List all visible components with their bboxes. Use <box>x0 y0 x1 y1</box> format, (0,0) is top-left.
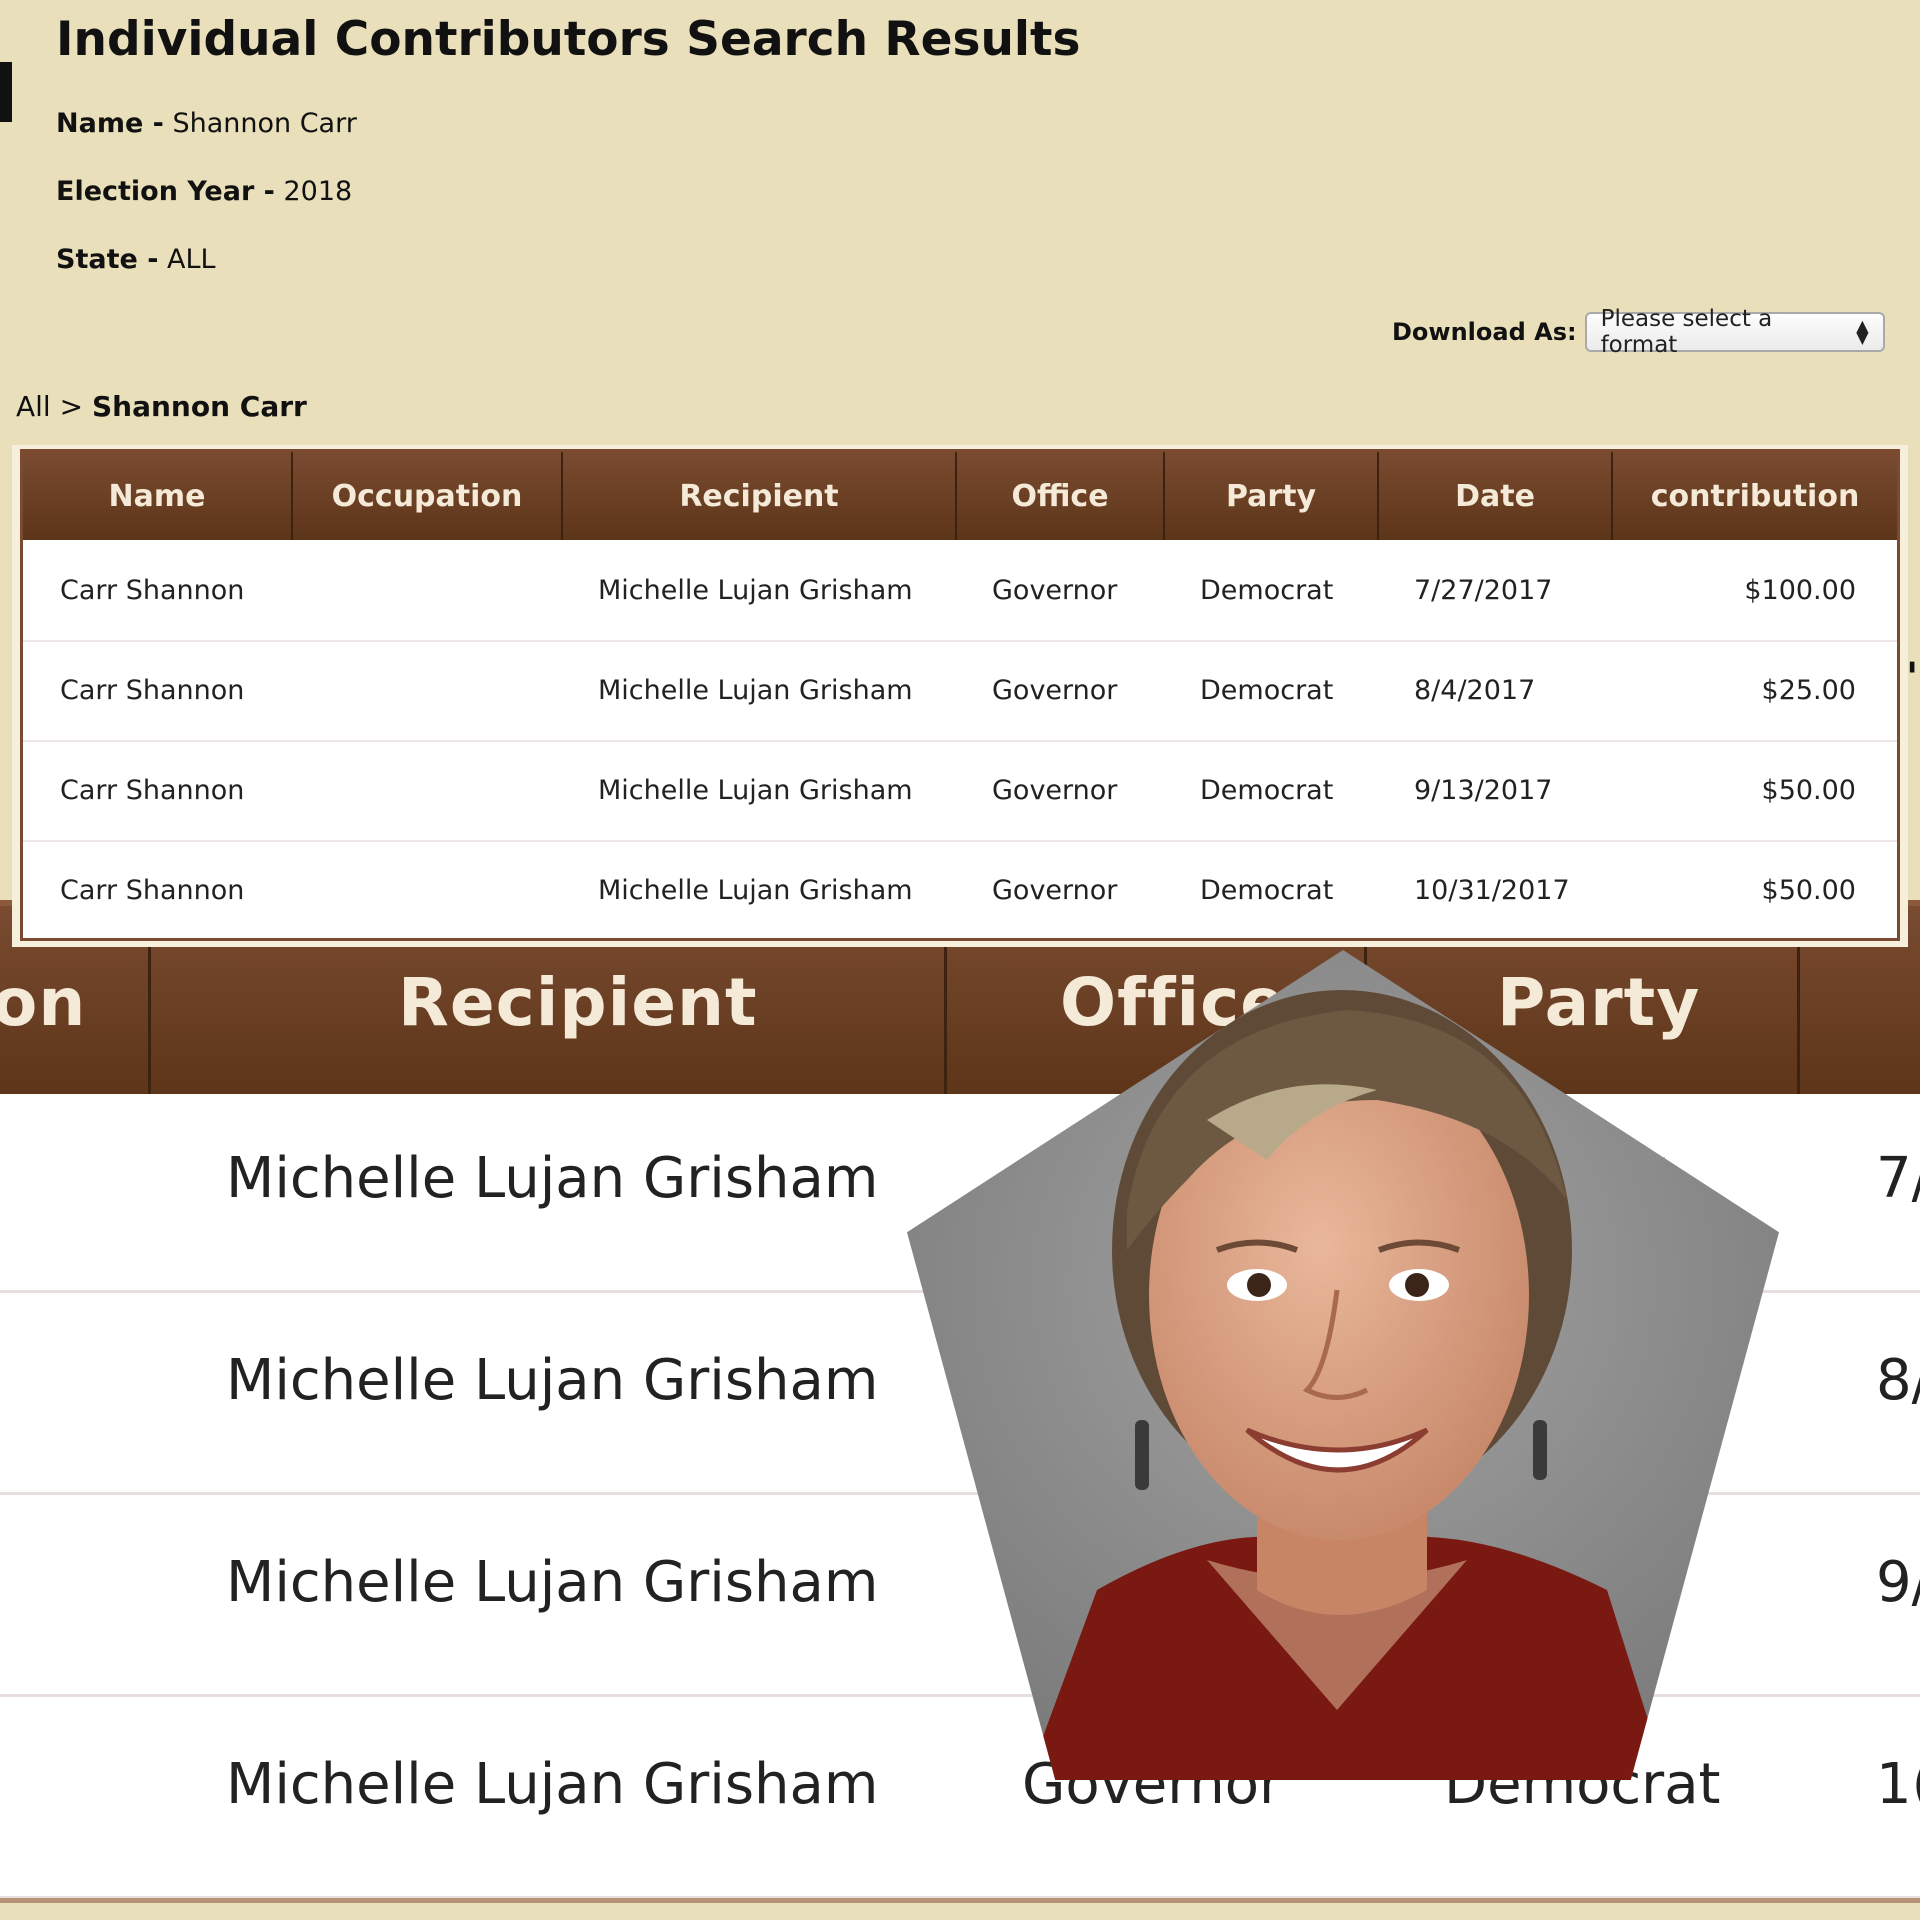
cell-name: Carr Shannon <box>60 874 245 906</box>
column-header-occupation[interactable]: Occupation <box>293 452 561 540</box>
name-label: Name - <box>56 108 164 139</box>
page-title: Individual Contributors Search Results <box>56 12 1081 67</box>
search-results-section: Individual Contributors Search Results N… <box>0 0 1920 947</box>
zoomed-bottom-border <box>0 1898 1920 1920</box>
cell-name: Carr Shannon <box>60 674 245 706</box>
name-value: Shannon Carr <box>172 108 357 139</box>
zoomed-header-recipient: Recipient <box>398 964 758 1041</box>
cell-name: Carr Shannon <box>60 774 245 806</box>
cell-party: Democrat <box>1200 774 1334 806</box>
cell-contribution: $25.00 <box>1761 674 1856 706</box>
column-header-party[interactable]: Party <box>1165 452 1377 540</box>
cell-office: Governor <box>992 874 1118 906</box>
column-header-office[interactable]: Office <box>957 452 1163 540</box>
zoomed-recipient-cell: Michelle Lujan Grisham <box>226 1550 879 1615</box>
table-row: Carr Shannon Michelle Lujan Grisham Gove… <box>23 540 1897 642</box>
election-year-value: 2018 <box>283 176 353 207</box>
cell-contribution: $100.00 <box>1744 574 1856 606</box>
state-label: State - <box>56 244 159 275</box>
zoomed-date-fragment: 8/ <box>1876 1348 1920 1413</box>
download-format-value: Please select a format <box>1600 306 1773 358</box>
column-header-recipient[interactable]: Recipient <box>563 452 955 540</box>
table-row: Carr Shannon Michelle Lujan Grisham Gove… <box>23 740 1897 842</box>
cell-party: Democrat <box>1200 574 1334 606</box>
table-row: Carr Shannon Michelle Lujan Grisham Gove… <box>23 840 1897 940</box>
results-table: Name Occupation Recipient Office Party D… <box>20 449 1900 941</box>
search-name-line: Name - Shannon Carr <box>56 108 357 139</box>
logo-fragment <box>0 62 12 122</box>
cell-date: 8/4/2017 <box>1414 674 1536 706</box>
cell-contribution: $50.00 <box>1761 874 1856 906</box>
cell-date: 7/27/2017 <box>1414 574 1553 606</box>
table-row: Carr Shannon Michelle Lujan Grisham Gove… <box>23 640 1897 742</box>
breadcrumb-root-link[interactable]: All <box>16 390 51 423</box>
results-table-frame: Name Occupation Recipient Office Party D… <box>12 445 1908 947</box>
cell-date: 9/13/2017 <box>1414 774 1553 806</box>
breadcrumb: All > Shannon Carr <box>16 390 307 423</box>
cell-recipient: Michelle Lujan Grisham <box>598 574 913 606</box>
cell-date: 10/31/2017 <box>1414 874 1570 906</box>
cell-office: Governor <box>992 674 1118 706</box>
zoomed-header-party: Party <box>1497 964 1701 1041</box>
zoomed-date-fragment: 1( <box>1876 1752 1920 1817</box>
select-arrows-icon: ▲ ▼ <box>1856 316 1869 347</box>
zoomed-date-fragment: 9/ <box>1876 1550 1920 1615</box>
zoomed-header-fragment: on <box>0 964 87 1041</box>
cell-party: Democrat <box>1200 674 1334 706</box>
download-control: Download As: Please select a format ▲ ▼ <box>1392 306 1885 358</box>
breadcrumb-separator: > <box>59 390 84 423</box>
cell-party: Democrat <box>1200 874 1334 906</box>
cell-recipient: Michelle Lujan Grisham <box>598 674 913 706</box>
cell-office: Governor <box>992 774 1118 806</box>
column-header-date[interactable]: Date <box>1379 452 1611 540</box>
zoomed-recipient-cell: Michelle Lujan Grisham <box>226 1752 879 1817</box>
breadcrumb-current: Shannon Carr <box>92 390 307 423</box>
cell-recipient: Michelle Lujan Grisham <box>598 874 913 906</box>
state-value: ALL <box>167 244 216 275</box>
zoomed-recipient-cell: Michelle Lujan Grisham <box>226 1348 879 1413</box>
zoomed-recipient-cell: Michelle Lujan Grisham <box>226 1146 879 1211</box>
zoomed-date-fragment: 7/ <box>1876 1146 1920 1211</box>
column-header-contribution[interactable]: contribution <box>1613 452 1897 540</box>
election-year-label: Election Year - <box>56 176 275 207</box>
search-year-line: Election Year - 2018 <box>56 176 352 207</box>
cell-recipient: Michelle Lujan Grisham <box>598 774 913 806</box>
download-label: Download As: <box>1392 318 1577 346</box>
cell-name: Carr Shannon <box>60 574 245 606</box>
column-header-name[interactable]: Name <box>23 452 291 540</box>
download-format-select[interactable]: Please select a format ▲ ▼ <box>1584 306 1885 358</box>
table-header: Name Occupation Recipient Office Party D… <box>23 452 1897 540</box>
search-state-line: State - ALL <box>56 244 216 275</box>
cell-contribution: $50.00 <box>1761 774 1856 806</box>
cell-office: Governor <box>992 574 1118 606</box>
